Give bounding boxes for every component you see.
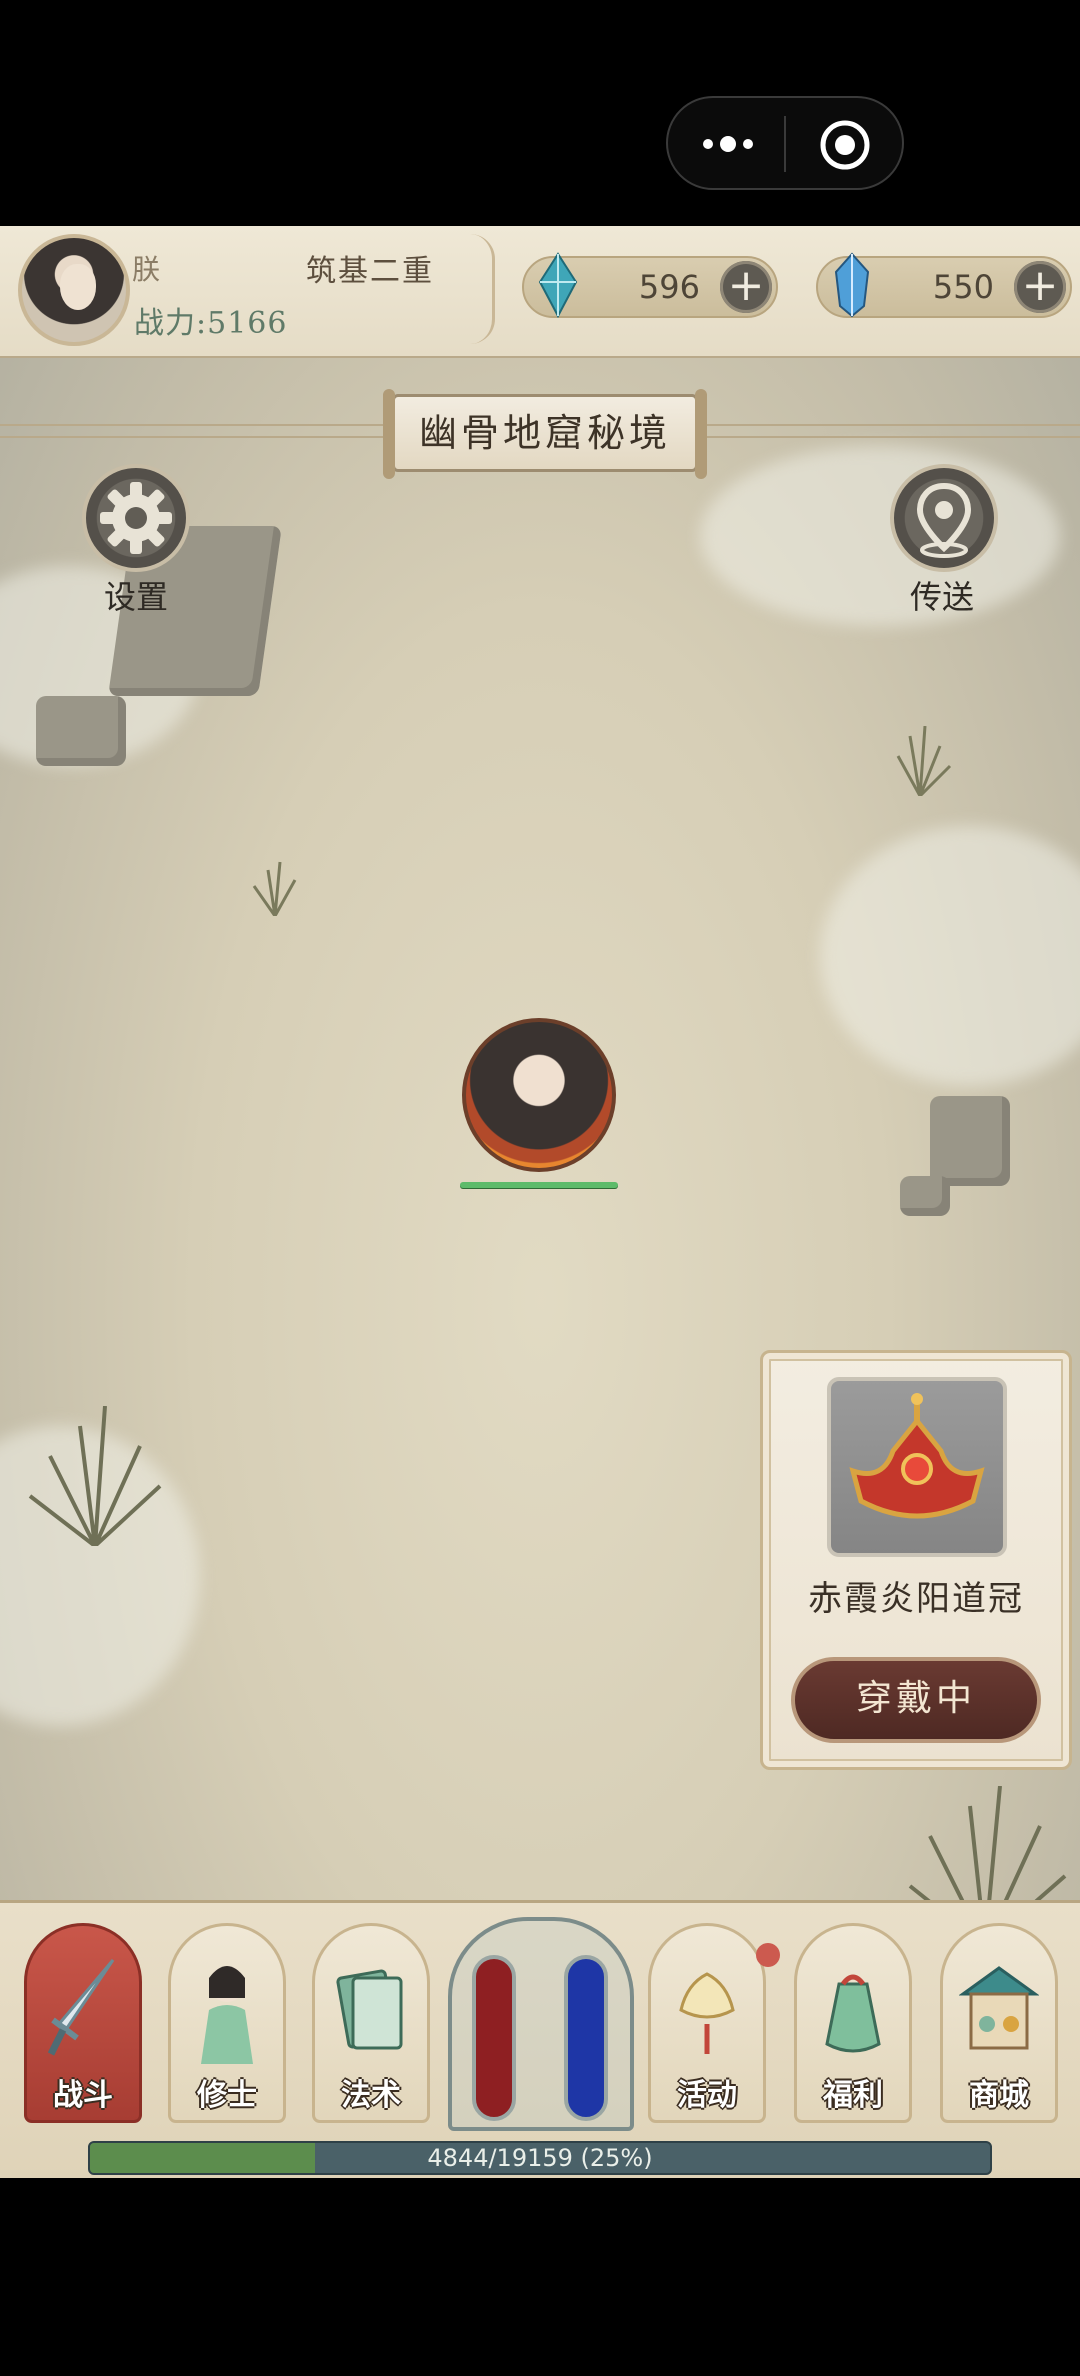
rock <box>36 696 126 766</box>
crystal-count: 550 <box>932 268 994 306</box>
spirit-stone-icon <box>538 252 578 318</box>
settings-button[interactable] <box>82 464 190 572</box>
combat-power-label: 战力: <box>134 306 208 341</box>
mini-program-capsule <box>666 96 904 190</box>
tab-cultivator[interactable]: 修士 <box>168 1923 286 2123</box>
tab-cultivator-label: 修士 <box>197 2078 257 2113</box>
tab-spells[interactable]: 法术 <box>312 1923 430 2123</box>
game-viewport[interactable]: 朕 筑基二重 战力:5166 596 + 550 + 幽骨地窟秘境 设置 传送 … <box>0 226 1080 2178</box>
health-vial <box>472 1955 516 2121</box>
equipped-status-button[interactable]: 穿戴中 <box>791 1657 1041 1743</box>
resource-crystal: 550 + <box>816 252 1072 318</box>
lucky-bag-icon <box>825 1974 881 2053</box>
tab-spells-label: 法术 <box>341 2078 401 2113</box>
spellbook-icon <box>336 1969 403 2050</box>
tab-welfare[interactable]: 福利 <box>794 1923 912 2123</box>
tab-welfare-label: 福利 <box>823 2078 883 2113</box>
bottom-nav: 战斗 修士 法术 活动 福利 商城 4844/19159 (25%) <box>0 1900 1080 2178</box>
grass-tuft <box>28 1406 162 1546</box>
equipment-name: 赤霞炎阳道冠 <box>808 1579 1024 1619</box>
events-notification-dot <box>756 1943 780 1967</box>
cultivation-realm: 筑基二重 <box>306 254 434 289</box>
more-icon[interactable] <box>698 124 758 164</box>
hero-health-bar <box>460 1182 618 1188</box>
header-ornament <box>470 234 495 344</box>
close-icon[interactable] <box>818 118 872 172</box>
location-title: 幽骨地窟秘境 <box>418 411 671 455</box>
spirit-stone-count: 596 <box>638 268 700 306</box>
experience-text: 4844/19159 (25%) <box>427 2144 653 2172</box>
mana-vial <box>564 1955 608 2121</box>
combat-power: 战力:5166 <box>134 298 287 342</box>
teleport-label[interactable]: 传送 <box>882 572 1002 618</box>
sword-icon <box>47 1959 115 2056</box>
add-crystal-button[interactable]: + <box>1014 261 1066 313</box>
add-spirit-stone-button[interactable]: + <box>720 261 772 313</box>
shop-stall-icon <box>959 1966 1039 2050</box>
grass-tuft <box>252 861 297 916</box>
crystal-icon <box>834 252 870 318</box>
combat-power-value: 5166 <box>207 306 288 341</box>
tab-shop[interactable]: 商城 <box>940 1923 1058 2123</box>
settings-label[interactable]: 设置 <box>76 572 196 618</box>
lotus-lantern-icon <box>679 1972 735 2054</box>
mist <box>700 446 1060 626</box>
equipment-panel: 赤霞炎阳道冠 穿戴中 <box>760 1350 1072 1770</box>
crown-icon <box>849 1393 985 1519</box>
hero-character[interactable] <box>462 1018 616 1172</box>
tab-battle[interactable]: 战斗 <box>24 1923 142 2123</box>
player-header: 朕 筑基二重 战力:5166 596 + 550 + <box>0 226 1080 358</box>
vial-frame <box>448 1917 634 2131</box>
tab-battle-label: 战斗 <box>53 2078 113 2113</box>
experience-bar: 4844/19159 (25%) <box>88 2141 992 2175</box>
tab-shop-label: 商城 <box>969 2078 1029 2113</box>
cultivator-icon <box>201 1966 253 2064</box>
rock <box>930 1096 1010 1186</box>
mist <box>820 826 1080 1086</box>
grass-tuft <box>896 726 952 796</box>
rock <box>900 1176 950 1216</box>
equipment-slot[interactable] <box>827 1377 1007 1557</box>
tab-events-label: 活动 <box>677 2078 737 2113</box>
resource-spirit-stone: 596 + <box>522 252 778 318</box>
player-name: 朕 <box>132 253 161 286</box>
location-pin-icon <box>916 482 972 558</box>
teleport-button[interactable] <box>890 464 998 572</box>
gear-icon <box>100 482 172 554</box>
player-avatar[interactable] <box>18 234 130 346</box>
location-banner: 幽骨地窟秘境 <box>383 389 707 479</box>
tab-events[interactable]: 活动 <box>648 1923 766 2123</box>
capsule-divider <box>784 116 786 172</box>
